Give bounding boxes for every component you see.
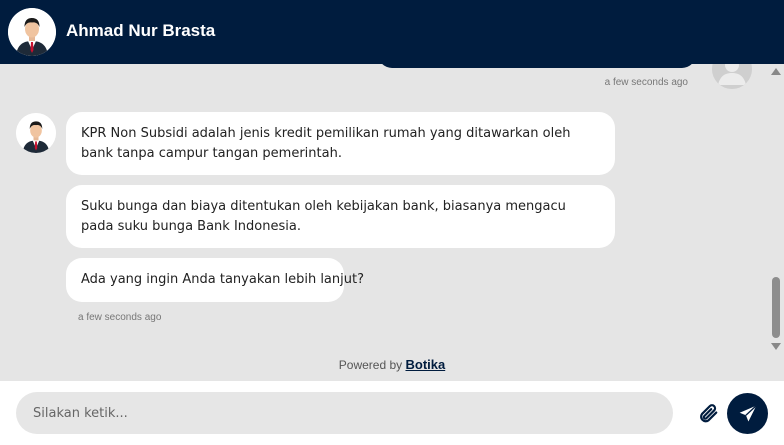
scroll-down-arrow-icon[interactable] <box>771 343 781 350</box>
bot-message-bubble: KPR Non Subsidi adalah jenis kredit pemi… <box>66 112 615 175</box>
agent-avatar <box>8 8 56 56</box>
send-paper-plane-icon <box>739 404 757 421</box>
message-composer <box>0 381 784 445</box>
powered-by-label: Powered by <box>338 358 403 372</box>
bot-message-bubble: Suku bunga dan biaya ditentukan oleh keb… <box>66 185 615 248</box>
attach-button[interactable] <box>697 401 719 425</box>
scroll-up-arrow-icon[interactable] <box>771 68 781 75</box>
send-button[interactable] <box>727 393 768 434</box>
chat-widget: Ahmad Nur Brasta a few seconds ago KPR N… <box>0 0 784 445</box>
agent-name: Ahmad Nur Brasta <box>66 21 216 40</box>
bot-message-bubble: Ada yang ingin Anda tanyakan lebih lanju… <box>66 258 364 302</box>
bot-message-text: Suku bunga dan biaya ditentukan oleh keb… <box>81 198 566 234</box>
user-message-timestamp: a few seconds ago <box>604 77 688 88</box>
paperclip-icon <box>700 404 718 423</box>
chat-scrollbar[interactable] <box>769 64 784 355</box>
bot-message-text: Ada yang ingin Anda tanyakan lebih lanju… <box>81 272 364 287</box>
bot-avatar <box>16 113 56 153</box>
botika-link[interactable]: Botika <box>405 357 445 372</box>
bot-message-timestamp: a few seconds ago <box>78 312 162 323</box>
powered-by: Powered by Botika <box>0 357 784 372</box>
chat-header: Ahmad Nur Brasta <box>0 0 784 64</box>
businessman-avatar-icon <box>8 8 56 56</box>
businessman-avatar-icon <box>16 113 56 153</box>
bot-message-text: KPR Non Subsidi adalah jenis kredit pemi… <box>81 125 571 161</box>
scrollbar-thumb[interactable] <box>772 277 780 338</box>
message-input[interactable] <box>16 392 673 434</box>
